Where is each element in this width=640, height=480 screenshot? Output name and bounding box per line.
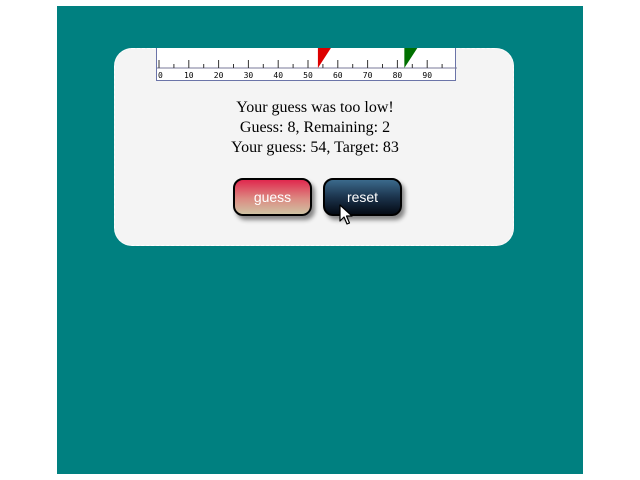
mouse-cursor-icon (339, 204, 353, 225)
guess-count-text: Guess: 8, Remaining: 2 (239, 119, 391, 136)
result-message: Your guess was too low! (236, 99, 394, 116)
ruler-tick-label: 30 (244, 71, 254, 80)
ruler-tick-label: 70 (363, 71, 373, 80)
reset-button[interactable]: reset (323, 178, 402, 216)
ruler-tick-label: 10 (184, 71, 194, 80)
number-ruler: 0 10 20 30 40 50 60 70 80 90 (156, 48, 457, 81)
game-panel: 0 10 20 30 40 50 60 70 80 90 Your guess was too l… (114, 48, 514, 246)
target-marker (404, 48, 418, 68)
ruler-tick-label: 60 (333, 71, 343, 80)
ruler-tick-label: 40 (273, 71, 283, 80)
ruler-tick-label: 20 (214, 71, 224, 80)
guess-target-text: Your guess: 54, Target: 83 (231, 139, 399, 156)
guess-button[interactable]: guess (233, 178, 312, 216)
ruler-tick-label: 0 (158, 71, 163, 80)
ruler-scale: 0 10 20 30 40 50 60 70 80 90 (157, 48, 457, 80)
ruler-tick-label: 90 (422, 71, 432, 80)
guess-marker (317, 48, 331, 68)
ruler-tick-label: 80 (393, 71, 403, 80)
ruler-tick-label: 50 (303, 71, 313, 80)
app-background: 0 10 20 30 40 50 60 70 80 90 Your guess was too l… (57, 6, 583, 474)
